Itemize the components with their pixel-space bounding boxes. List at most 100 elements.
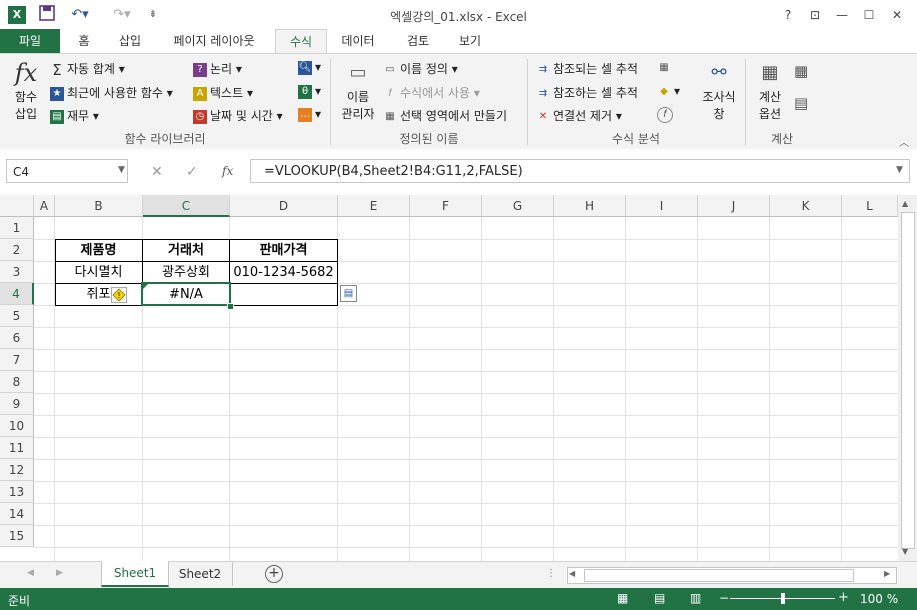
row-header-15[interactable]: 15 <box>0 525 34 547</box>
spreadsheet-grid[interactable]: A B C D E F G H I J K L 1 2 3 4 5 6 7 8 … <box>0 195 917 561</box>
column-header-k[interactable]: K <box>770 195 842 217</box>
name-box-dropdown-icon[interactable]: ▼ <box>118 165 125 175</box>
math-button[interactable]: θ ▾ <box>298 84 321 99</box>
column-header-d[interactable]: D <box>230 195 338 217</box>
tab-review[interactable]: 검토 <box>390 29 446 53</box>
column-header-f[interactable]: F <box>410 195 482 217</box>
column-header-a[interactable]: A <box>34 195 55 217</box>
tab-insert[interactable]: 삽입 <box>106 29 154 53</box>
page-break-view-icon[interactable]: ▥ <box>690 591 701 605</box>
recent-functions-button[interactable]: ★ 최근에 사용한 함수 ▾ <box>50 84 173 101</box>
scroll-up-icon[interactable]: ▲ <box>902 199 908 208</box>
cell-d3[interactable]: 010-1234-5682 <box>230 262 337 284</box>
row-header-12[interactable]: 12 <box>0 459 34 481</box>
row-header-9[interactable]: 9 <box>0 393 34 415</box>
scroll-left-icon[interactable]: ◀ <box>569 569 575 578</box>
tab-file[interactable]: 파일 <box>0 29 60 53</box>
tab-view[interactable]: 보기 <box>446 29 494 53</box>
tab-data[interactable]: 데이터 <box>330 29 386 53</box>
trace-precedents-button[interactable]: ⇉ 참조되는 셀 추적 <box>536 60 638 77</box>
row-header-6[interactable]: 6 <box>0 327 34 349</box>
calculate-now-icon[interactable]: ▦ <box>794 62 808 80</box>
name-box[interactable]: C4 <box>6 159 128 183</box>
remove-arrows-button[interactable]: ✕ 연결선 제거 ▾ <box>536 107 622 124</box>
column-header-h[interactable]: H <box>554 195 626 217</box>
tab-page-layout[interactable]: 페이지 레이아웃 <box>156 29 272 53</box>
prev-sheet-icon[interactable]: ◀ <box>27 568 34 578</box>
cell-b4[interactable]: 쥐포 <box>55 284 142 306</box>
cell-b2[interactable]: 제품명 <box>55 240 142 262</box>
cell-d4[interactable] <box>230 284 337 306</box>
help-button[interactable]: ? <box>775 4 801 26</box>
close-icon[interactable]: ✕ <box>884 4 910 26</box>
more-functions-button[interactable]: … ▾ <box>298 107 321 122</box>
datetime-button[interactable]: ◷ 날짜 및 시간 ▾ <box>193 107 283 124</box>
new-sheet-icon[interactable]: + <box>265 565 283 583</box>
column-header-e[interactable]: E <box>338 195 410 217</box>
row-header-14[interactable]: 14 <box>0 503 34 525</box>
zoom-in-icon[interactable]: + <box>838 590 849 605</box>
enter-icon[interactable]: ✓ <box>186 164 198 180</box>
row-header-10[interactable]: 10 <box>0 415 34 437</box>
column-header-l[interactable]: L <box>842 195 898 217</box>
zoom-out-icon[interactable]: − <box>719 591 729 605</box>
tab-formulas[interactable]: 수식 <box>275 29 327 54</box>
normal-view-icon[interactable]: ▦ <box>617 591 628 605</box>
row-header-2[interactable]: 2 <box>0 239 34 261</box>
scroll-right-icon[interactable]: ▶ <box>884 569 890 578</box>
zoom-slider-thumb[interactable] <box>781 593 785 604</box>
select-all-corner[interactable] <box>0 195 34 217</box>
expand-formula-bar-icon[interactable]: ▼ <box>896 165 903 175</box>
cell-c3[interactable]: 광주상회 <box>143 262 229 284</box>
cell-c4[interactable]: #N/A <box>143 284 229 306</box>
evaluate-formula-button[interactable]: 𝑓 <box>657 107 676 123</box>
row-header-5[interactable]: 5 <box>0 305 34 327</box>
column-header-g[interactable]: G <box>482 195 554 217</box>
page-layout-view-icon[interactable]: ▤ <box>654 591 665 605</box>
horizontal-scrollbar[interactable]: ◀ ▶ <box>567 567 897 584</box>
cell-b3[interactable]: 다시멸치 <box>55 262 142 284</box>
define-name-button[interactable]: ▭ 이름 정의 ▾ <box>383 60 458 77</box>
sheet-tab-sheet2[interactable]: Sheet2 <box>168 562 233 586</box>
formula-input[interactable]: =VLOOKUP(B4,Sheet2!B4:G11,2,FALSE) <box>250 159 910 183</box>
row-header-4[interactable]: 4 <box>0 283 34 305</box>
text-button[interactable]: A 텍스트 ▾ <box>193 84 253 101</box>
column-header-j[interactable]: J <box>698 195 770 217</box>
scroll-down-icon[interactable]: ▼ <box>902 547 908 556</box>
insert-function-icon[interactable]: fx <box>222 164 233 178</box>
row-header-1[interactable]: 1 <box>0 217 34 239</box>
autosum-button[interactable]: Σ 자동 합계 ▾ <box>50 60 125 77</box>
error-warning-icon[interactable]: ! <box>111 287 127 303</box>
error-checking-button[interactable]: ◆ ▾ <box>657 84 680 99</box>
maximize-icon[interactable]: ☐ <box>856 4 882 26</box>
cell-d2[interactable]: 판매가격 <box>230 240 337 262</box>
auto-fill-options-icon[interactable]: ▤ <box>340 285 357 302</box>
tab-home[interactable]: 홈 <box>62 29 106 53</box>
row-header-3[interactable]: 3 <box>0 261 34 283</box>
column-header-i[interactable]: I <box>626 195 698 217</box>
insert-function-button[interactable]: fx 함수 삽입 <box>6 58 46 134</box>
next-sheet-icon[interactable]: ▶ <box>56 568 63 578</box>
tab-split-handle-icon[interactable]: ⋮ <box>546 568 556 579</box>
minimize-icon[interactable]: — <box>829 4 855 26</box>
calculation-options-button[interactable]: ▦ 계산 옵션 <box>752 62 788 122</box>
fill-handle[interactable] <box>227 303 234 310</box>
use-in-formula-button[interactable]: 𝑓 수식에서 사용 ▾ <box>383 84 479 101</box>
calculate-sheet-icon[interactable]: ▤ <box>794 94 808 112</box>
watch-window-button[interactable]: ⚯ 조사식 창 <box>699 62 739 122</box>
row-header-13[interactable]: 13 <box>0 481 34 503</box>
vertical-scroll-thumb[interactable] <box>901 212 915 549</box>
ribbon-display-options-icon[interactable]: ⊡ <box>802 4 828 26</box>
horizontal-scroll-thumb[interactable] <box>584 569 854 582</box>
financial-button[interactable]: ▤ 재무 ▾ <box>50 107 99 124</box>
column-header-b[interactable]: B <box>55 195 143 217</box>
row-header-7[interactable]: 7 <box>0 349 34 371</box>
cell-c2[interactable]: 거래처 <box>143 240 229 262</box>
vertical-scrollbar[interactable]: ▲ ▼ <box>898 195 917 561</box>
lookup-button[interactable]: 🔍︎ ▾ <box>298 60 321 75</box>
row-header-11[interactable]: 11 <box>0 437 34 459</box>
name-manager-button[interactable]: ▭ 이름 관리자 <box>336 62 380 122</box>
collapse-ribbon-icon[interactable]: ︿ <box>899 134 909 149</box>
sheet-tab-sheet1[interactable]: Sheet1 <box>101 561 169 587</box>
logical-button[interactable]: ? 논리 ▾ <box>193 60 242 77</box>
